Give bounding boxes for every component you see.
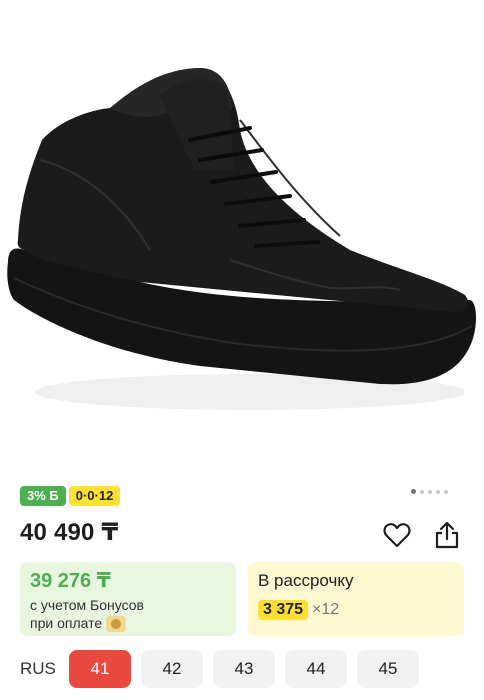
installment-title: В рассрочку xyxy=(258,571,354,590)
size-option[interactable]: 43 xyxy=(213,650,275,688)
bonus-note-1: с учетом Бонусов xyxy=(30,597,144,613)
size-option[interactable]: 45 xyxy=(357,650,419,688)
gallery-dot[interactable] xyxy=(428,489,432,494)
gallery-dot[interactable] xyxy=(436,489,440,494)
product-image[interactable] xyxy=(0,0,484,470)
size-system-label[interactable]: RUS xyxy=(20,659,69,679)
size-selector: RUS 41 42 43 44 45 xyxy=(20,650,429,688)
size-option[interactable]: 41 xyxy=(69,650,131,688)
gallery-dot[interactable] xyxy=(420,489,424,494)
bonus-price: 39 276 ₸ xyxy=(30,570,111,592)
installment-row: 3 375 ×12 xyxy=(258,600,454,620)
share-button[interactable] xyxy=(430,518,464,552)
gallery-pagination[interactable] xyxy=(411,489,448,494)
bonus-badge: 3% Б xyxy=(20,486,66,506)
coin-icon xyxy=(106,616,127,633)
heart-icon xyxy=(383,523,411,548)
bonus-price-card[interactable]: 39 276 ₸ с учетом Бонусов при оплате xyxy=(20,562,236,636)
gallery-dot[interactable] xyxy=(444,489,448,494)
size-option[interactable]: 44 xyxy=(285,650,347,688)
installment-multiplier: ×12 xyxy=(312,601,340,618)
gallery-dot[interactable] xyxy=(411,489,416,494)
share-icon xyxy=(435,521,459,549)
favorite-button[interactable] xyxy=(380,518,414,552)
promo-badges: 3% Б 0·0·12 xyxy=(20,486,121,506)
size-option[interactable]: 42 xyxy=(141,650,203,688)
installment-amount: 3 375 xyxy=(258,600,309,620)
bonus-note-2-text: при оплате xyxy=(30,615,103,631)
installment-badge: 0·0·12 xyxy=(68,486,121,506)
product-price: 40 490 ₸ xyxy=(20,519,119,546)
bonus-note-2: при оплате xyxy=(30,614,226,633)
installment-card[interactable]: В рассрочку 3 375 ×12 xyxy=(248,562,464,636)
